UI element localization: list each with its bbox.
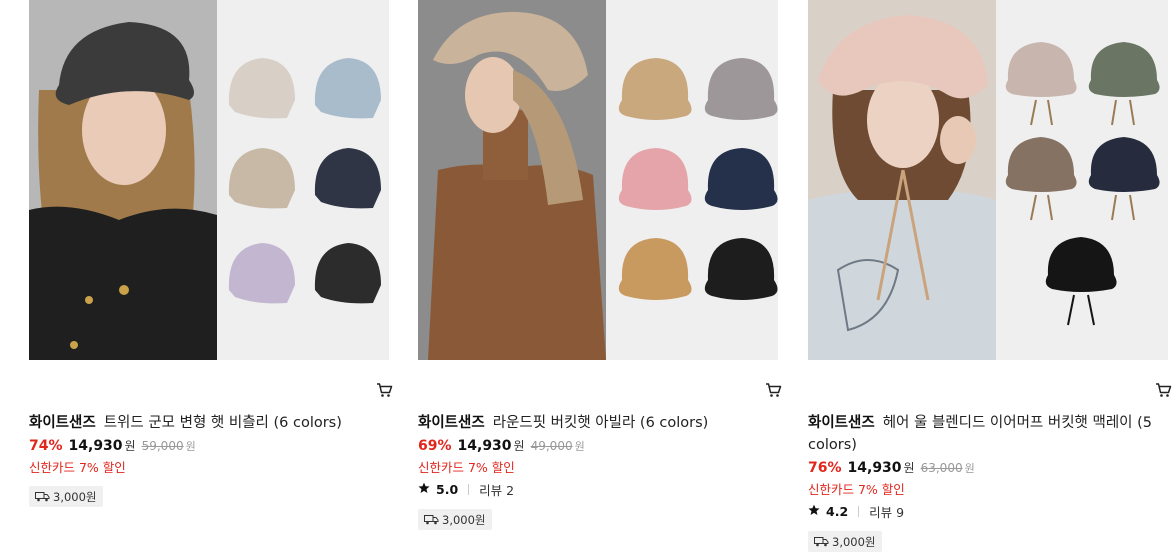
product-card[interactable]: 화이트샌즈 트위드 군모 변형 햇 비츨리 (6 colors) 74% 14,9… — [29, 0, 392, 507]
original-currency: 원 — [964, 462, 975, 475]
add-to-cart-button[interactable] — [1152, 380, 1174, 400]
discount-percent: 69% — [418, 438, 452, 454]
cart-icon — [376, 383, 392, 397]
product-name: 트위드 군모 변형 햇 비츨리 (6 colors) — [103, 415, 342, 431]
currency: 원 — [124, 439, 136, 453]
truck-icon — [35, 491, 50, 502]
shipping-badge: 3,000원 — [29, 486, 103, 507]
product-title[interactable]: 화이트샌즈 라운드핏 버킷햇 아빌라 (6 colors) — [418, 412, 778, 434]
model-photo — [418, 0, 606, 360]
currency: 원 — [903, 461, 915, 475]
color-swatches — [606, 0, 778, 360]
original-price: 63,000 — [920, 461, 963, 475]
divider — [858, 506, 860, 517]
original-currency: 원 — [185, 440, 196, 453]
product-image[interactable] — [29, 0, 389, 360]
rating-score: 4.2 — [826, 504, 849, 519]
currency: 원 — [513, 439, 525, 453]
brand-name: 화이트샌즈 — [808, 415, 875, 431]
shipping-fee: 3,000원 — [442, 512, 486, 527]
truck-icon — [814, 536, 829, 547]
model-photo — [808, 0, 996, 360]
shipping-fee: 3,000원 — [53, 489, 97, 504]
color-swatches — [217, 0, 389, 360]
original-currency: 원 — [574, 440, 585, 453]
shipping-badge: 3,000원 — [418, 509, 492, 530]
brand-name: 화이트샌즈 — [29, 415, 96, 431]
product-image[interactable] — [808, 0, 1168, 360]
original-price: 49,000 — [530, 439, 573, 453]
product-image[interactable] — [418, 0, 778, 360]
card-discount: 신한카드 7% 할인 — [808, 482, 905, 497]
cart-icon — [765, 383, 781, 397]
sale-price: 14,930 — [847, 460, 902, 476]
brand-name: 화이트샌즈 — [418, 415, 485, 431]
product-title[interactable]: 화이트샌즈 트위드 군모 변형 햇 비츨리 (6 colors) — [29, 412, 389, 434]
price-row: 76% 14,930 원 63,000 원 — [808, 459, 975, 476]
sale-price: 14,930 — [68, 438, 123, 454]
discount-percent: 76% — [808, 460, 842, 476]
card-discount: 신한카드 7% 할인 — [29, 460, 126, 475]
card-discount: 신한카드 7% 할인 — [418, 460, 515, 475]
model-photo — [29, 0, 217, 360]
add-to-cart-button[interactable] — [373, 380, 395, 400]
product-title[interactable]: 화이트샌즈 헤어 울 블렌디드 이어머프 버킷햇 맥레이 (5 colors) — [808, 412, 1168, 456]
product-card[interactable]: 화이트샌즈 헤어 울 블렌디드 이어머프 버킷햇 맥레이 (5 colors) 7… — [808, 0, 1171, 552]
review-count: 리뷰 2 — [479, 483, 515, 498]
product-name: 라운드핏 버킷햇 아빌라 (6 colors) — [492, 415, 709, 431]
divider — [468, 484, 470, 495]
shipping-badge: 3,000원 — [808, 531, 882, 552]
color-swatches — [996, 0, 1168, 360]
add-to-cart-button[interactable] — [762, 380, 784, 400]
rating-score: 5.0 — [436, 482, 459, 497]
sale-price: 14,930 — [457, 438, 512, 454]
star-icon — [418, 482, 430, 497]
original-price: 59,000 — [141, 439, 184, 453]
star-icon — [808, 504, 820, 519]
product-card[interactable]: 화이트샌즈 라운드핏 버킷햇 아빌라 (6 colors) 69% 14,930 … — [418, 0, 781, 530]
cart-icon — [1155, 383, 1171, 397]
discount-percent: 74% — [29, 438, 63, 454]
price-row: 74% 14,930 원 59,000 원 — [29, 437, 196, 454]
rating-row: 5.0 리뷰 2 — [418, 480, 514, 499]
rating-row: 4.2 리뷰 9 — [808, 502, 904, 521]
truck-icon — [424, 514, 439, 525]
price-row: 69% 14,930 원 49,000 원 — [418, 437, 585, 454]
shipping-fee: 3,000원 — [832, 534, 876, 549]
review-count: 리뷰 9 — [869, 505, 905, 520]
